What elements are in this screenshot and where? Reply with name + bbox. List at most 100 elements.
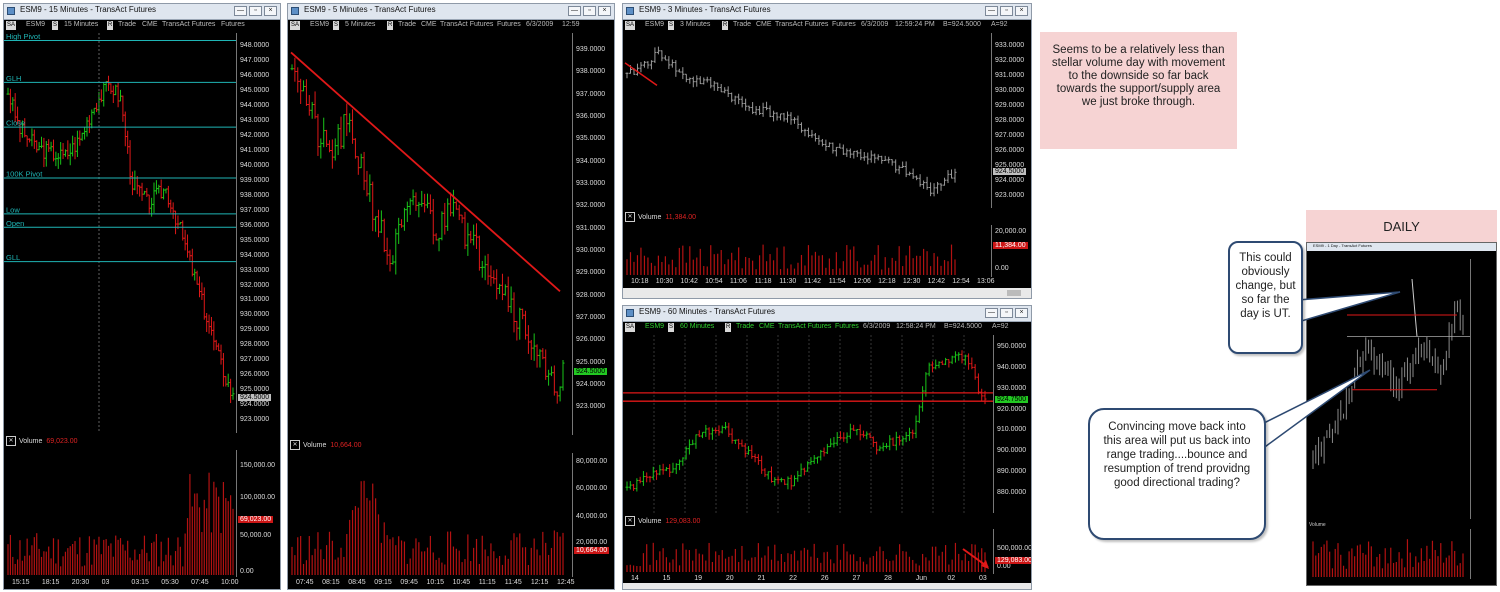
price-scale[interactable]: 939.0000 938.0000 937.0000 936.0000 935.0000… (572, 33, 614, 435)
chart-window-3min[interactable]: ESM9 - 3 Minutes - TransAct Futures — ▫ … (622, 3, 1032, 299)
time-tick-label: 10:30 (655, 278, 674, 285)
price-plot[interactable]: High Pivot GLH Close 100K Pivot Low Open GLL (4, 33, 237, 433)
interval-label: 60 Minutes (680, 323, 715, 330)
pivot-level-label: 100K Pivot (6, 169, 43, 178)
price-scale[interactable]: 933.0000 932.0000 931.0000 930.0000 929.0000… (991, 33, 1031, 208)
date-label: 6/3/2009 (863, 323, 891, 330)
close-icon[interactable]: × (264, 6, 277, 16)
restore-icon[interactable]: ▫ (1000, 6, 1013, 16)
bid-label: B=924.5000 (943, 21, 981, 28)
scale-tick-label: 910.0000 (997, 426, 1027, 434)
time-label: 12:58:24 PM (896, 323, 936, 330)
close-pane-icon[interactable]: ✕ (290, 440, 300, 450)
time-axis: 10:18 10:30 10:42 10:54 11:06 11:18 11:30 11:42… (623, 278, 995, 288)
price-plot[interactable] (623, 33, 993, 208)
time-tick-label: 10:18 (631, 278, 649, 285)
commentary-note: Seems to be a relatively less than stell… (1040, 32, 1237, 149)
horizontal-scrollbar[interactable] (623, 288, 1031, 298)
volume-plot[interactable] (288, 453, 573, 577)
close-icon[interactable]: × (598, 6, 611, 16)
time-tick-label: 07:45 (191, 579, 209, 586)
scale-tick-label: 927.0000 (995, 132, 1025, 140)
title-bar[interactable]: ESM9 - 5 Minutes - TransAct Futures — ▫ … (288, 4, 614, 20)
title-bar[interactable]: ESM9 - 15 Minutes - TransAct Futures — ▫… (4, 4, 280, 20)
window-title: ESM9 - 60 Minutes - TransAct Futures (639, 307, 776, 316)
pivot-level-label: Open (6, 219, 24, 228)
chart-window-15min[interactable]: ESM9 - 15 Minutes - TransAct Futures — ▫… (3, 3, 281, 590)
restore-icon[interactable]: ▫ (1000, 308, 1013, 318)
last-price-tag: 69,023.00 (238, 516, 274, 523)
time-tick-label: 10:42 (680, 278, 698, 285)
sa-selector[interactable]: SA (625, 323, 636, 332)
r-button[interactable]: R (387, 21, 394, 30)
time-tick-label: 27 (852, 575, 861, 582)
pivot-level-label: High Pivot (6, 33, 41, 41)
volume-header: ✕ Volume 69,023.00 (6, 436, 78, 447)
sa-selector[interactable]: SA (6, 21, 17, 30)
close-pane-icon[interactable]: ✕ (625, 516, 635, 526)
chart-window-5min[interactable]: ESM9 - 5 Minutes - TransAct Futures — ▫ … (287, 3, 615, 590)
volume-scale[interactable]: 20,000.00 0.00 11,384.00 (991, 225, 1031, 277)
horizontal-scrollbar[interactable] (623, 583, 1031, 589)
s-button[interactable]: S (668, 21, 675, 30)
time-tick-label: 05:30 (161, 579, 179, 586)
scale-tick-label: 20,000.00 (995, 228, 1027, 235)
scale-tick-label: 938.0000 (576, 68, 606, 76)
app-icon (291, 7, 299, 15)
time-tick-label: 20 (725, 575, 734, 582)
scale-tick-label: 933.0000 (995, 42, 1025, 50)
time-tick-label: 02 (947, 575, 956, 582)
close-pane-icon[interactable]: ✕ (6, 436, 16, 446)
minimize-icon[interactable]: — (568, 6, 581, 16)
scale-tick-label: 930.0000 (995, 87, 1025, 95)
volume-plot[interactable] (4, 450, 237, 577)
volume-plot[interactable] (623, 225, 993, 277)
r-button[interactable]: R (722, 21, 729, 30)
scale-tick-label: 931.0000 (240, 296, 270, 304)
scale-tick-label: 930.0000 (240, 311, 270, 319)
time-tick-label: 12:30 (902, 278, 921, 285)
price-plot[interactable] (623, 335, 995, 513)
r-button[interactable]: R (107, 21, 114, 30)
scale-tick-label: 941.0000 (240, 147, 270, 155)
scale-tick-label: 926.0000 (576, 336, 606, 344)
symbol-label: ESM9 (645, 323, 665, 330)
close-pane-icon[interactable]: ✕ (625, 212, 635, 222)
r-button[interactable]: R (725, 323, 732, 332)
minimize-icon[interactable]: — (985, 308, 998, 318)
minimize-icon[interactable]: — (234, 6, 247, 16)
scale-tick-label: 927.0000 (240, 356, 270, 364)
last-price-tag: 10,664.00 (574, 547, 610, 554)
s-button[interactable]: S (333, 21, 340, 30)
account-label: TransAct Futures (775, 21, 829, 28)
close-icon[interactable]: × (1015, 6, 1028, 16)
scale-tick-label: 0.00 (995, 265, 1009, 272)
restore-icon[interactable]: ▫ (583, 6, 596, 16)
restore-icon[interactable]: ▫ (249, 6, 262, 16)
sa-selector[interactable]: SA (625, 21, 636, 30)
scroll-thumb[interactable] (1007, 290, 1021, 296)
s-button[interactable]: S (52, 21, 59, 30)
price-scale[interactable]: 950.0000 940.0000 930.0000 920.0000 910.0000… (993, 335, 1031, 513)
volume-scale[interactable]: 80,000.00 60,000.00 40,000.00 20,000.00 10,6… (572, 453, 614, 577)
type-label: Trade (736, 323, 755, 330)
title-bar[interactable]: ESM9 - 3 Minutes - TransAct Futures — ▫ … (623, 4, 1031, 20)
type-label: Trade (118, 21, 137, 28)
volume-scale[interactable]: 500,000.00 0.00 129,083.00 (993, 529, 1031, 574)
price-scale[interactable]: 948.0000 947.0000 946.0000 945.0000 944.0000… (236, 33, 280, 433)
volume-scale[interactable]: 150,000.00 100,000.00 50,000.00 0.00 69,023.… (236, 450, 280, 577)
date-label: 6/3/2009 (526, 21, 554, 28)
minimize-icon[interactable]: — (985, 6, 998, 16)
scale-tick-label: 950.0000 (997, 343, 1027, 351)
close-icon[interactable]: × (1015, 308, 1028, 318)
scale-tick-label: 934.0000 (576, 157, 606, 165)
title-bar[interactable]: ESM9 - 60 Minutes - TransAct Futures — ▫… (623, 306, 1031, 322)
chart-window-60min[interactable]: ESM9 - 60 Minutes - TransAct Futures — ▫… (622, 305, 1032, 590)
time-tick-label: 08:15 (322, 579, 340, 586)
s-button[interactable]: S (668, 323, 675, 332)
sa-selector[interactable]: SA (290, 21, 301, 30)
volume-plot[interactable] (623, 529, 995, 574)
time-tick-label: 07:45 (296, 579, 314, 586)
scale-tick-label: 928.0000 (240, 341, 270, 349)
price-plot[interactable] (288, 33, 573, 435)
